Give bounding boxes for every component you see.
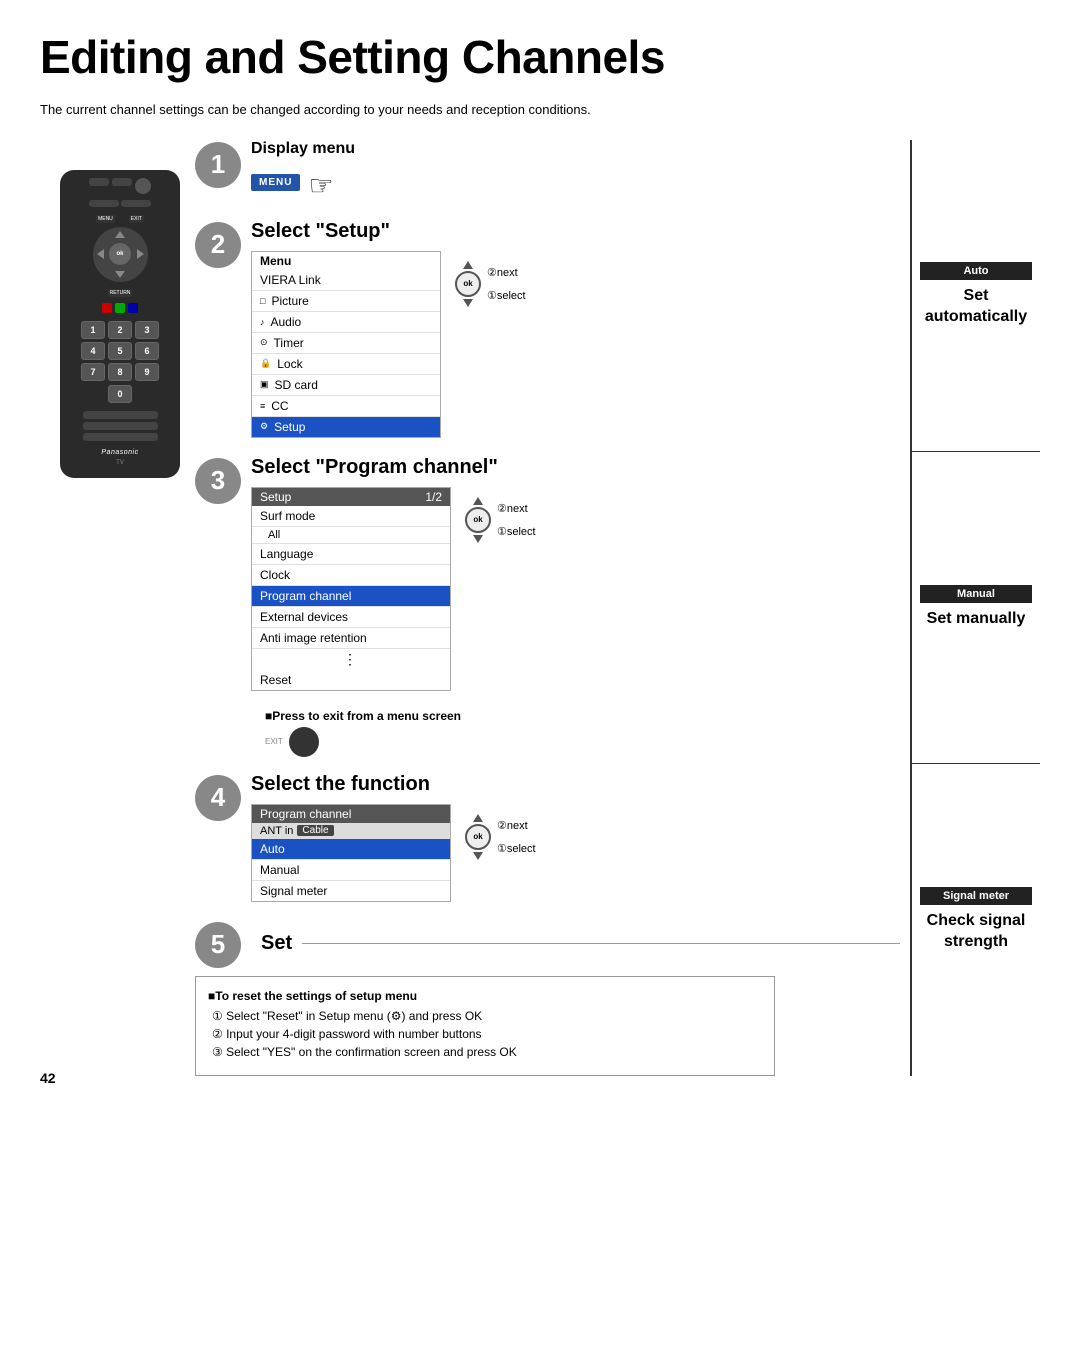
step-1-number: 1	[195, 142, 241, 188]
step-3-number: 3	[195, 458, 241, 504]
arrow-up-icon	[463, 261, 473, 269]
step4-header: Program channel	[252, 805, 450, 823]
step-1: 1 Display menu MENU ☞	[195, 140, 900, 202]
menu-item-setup: ⚙Setup	[252, 417, 440, 437]
step4-item-manual: Manual	[252, 860, 450, 881]
intro-text: The current channel settings can be chan…	[40, 100, 720, 120]
pc-item-all: All	[252, 527, 450, 544]
exit-small-label: EXIT	[265, 737, 283, 746]
reset-box: ■To reset the settings of setup menu ① S…	[195, 976, 775, 1076]
step-3-title: Select "Program channel"	[251, 456, 900, 479]
menu-button: MENU	[251, 174, 300, 191]
nav-select-label-2: ①select	[487, 289, 526, 302]
pc-item-reset: Reset	[252, 670, 450, 690]
exit-button	[289, 727, 319, 757]
step-4-menu: Program channel ANT in Cable Auto Manual…	[251, 804, 451, 902]
sidebar-desc-signal: Check signal strength	[920, 911, 1032, 953]
ok-button-step2: ok	[455, 271, 481, 297]
step-4-number: 4	[195, 775, 241, 821]
cable-tag: Cable	[297, 825, 333, 836]
step-2-menu: Menu VIERA Link □Picture ♪Audio ⊙Timer 🔒…	[251, 251, 441, 438]
pc-header: Setup 1/2	[252, 488, 450, 506]
sidebar-section-signal: Signal meter Check signal strength	[912, 764, 1040, 1075]
nav-select-label-4: ①select	[497, 842, 536, 855]
sidebar-desc-manual: Set manually	[927, 609, 1026, 630]
menu-header-item: Menu	[252, 252, 440, 270]
remote-brand: Panasonic	[101, 449, 138, 456]
ok-button-step4: ok	[465, 824, 491, 850]
page-number: 42	[40, 1070, 56, 1086]
menu-item-timer: ⊙Timer	[252, 333, 440, 354]
remote-menu-label: MENU	[96, 215, 115, 223]
menu-item-vieralink: VIERA Link	[252, 270, 440, 291]
sidebar-badge-manual: Manual	[920, 585, 1032, 603]
step-2-title: Select "Setup"	[251, 220, 900, 243]
menu-dotted-divider: ⋮	[252, 649, 450, 670]
sidebar-desc-auto: Set automatically	[920, 286, 1032, 328]
step-4: 4 Select the function Program channel AN…	[195, 773, 900, 902]
right-sidebar: Auto Set automatically Manual Set manual…	[910, 140, 1040, 1076]
nav-next-label-2: ②next	[487, 266, 526, 279]
step-2: 2 Select "Setup" Menu VIERA Link □Pictur…	[195, 220, 900, 438]
pc-item-externaldevices: External devices	[252, 607, 450, 628]
pc-item-programchannel: Program channel	[252, 586, 450, 607]
remote-long-buttons	[66, 411, 174, 441]
nav-next-label-3: ②next	[497, 502, 536, 515]
nav-select-label-3: ①select	[497, 525, 536, 538]
remote-zero-button: 0	[108, 385, 132, 403]
remote-return-label: RETURN	[108, 289, 133, 297]
arrow-down-icon-3	[473, 535, 483, 543]
step4-subheader: ANT in Cable	[252, 823, 450, 839]
reset-item-2: ② Input your 4-digit password with numbe…	[208, 1027, 762, 1041]
remote-type: TV	[116, 460, 124, 466]
remote-nav-pad: ok	[93, 227, 148, 282]
menu-item-picture: □Picture	[252, 291, 440, 312]
arrow-down-icon	[463, 299, 473, 307]
menu-item-cc: ≡CC	[252, 396, 440, 417]
remote-control: MENU EXIT ok RETURN	[40, 170, 200, 478]
menu-item-lock: 🔒Lock	[252, 354, 440, 375]
arrow-down-icon-4	[473, 852, 483, 860]
step4-item-auto: Auto	[252, 839, 450, 860]
step-5: 5 Set ■To reset the settings of setup me…	[195, 920, 900, 1076]
menu-item-sdcard: ▣SD card	[252, 375, 440, 396]
ok-button-step3: ok	[465, 507, 491, 533]
step-4-title: Select the function	[251, 773, 900, 796]
pc-item-clock: Clock	[252, 565, 450, 586]
remote-color-buttons	[102, 303, 138, 313]
remote-ok-button: ok	[109, 243, 131, 265]
sidebar-section-auto: Auto Set automatically	[912, 140, 1040, 452]
step-5-title: Set	[261, 932, 292, 955]
step-1-title: Display menu	[251, 140, 900, 158]
step-5-number: 5	[195, 922, 241, 968]
menu-hand-icon: ☞	[308, 169, 333, 202]
menu-item-audio: ♪Audio	[252, 312, 440, 333]
remote-exit-label: EXIT	[129, 215, 144, 223]
step-3-menu: Setup 1/2 Surf mode All Language Clock P…	[251, 487, 451, 691]
press-exit-text: ■Press to exit from a menu screen	[265, 709, 461, 723]
remote-top-row	[66, 178, 174, 194]
step-2-number: 2	[195, 222, 241, 268]
step-5-divider	[302, 943, 900, 944]
step4-item-signalmeter: Signal meter	[252, 881, 450, 901]
reset-box-title: ■To reset the settings of setup menu	[208, 989, 762, 1003]
pc-item-surfmode: Surf mode	[252, 506, 450, 527]
sidebar-badge-signal: Signal meter	[920, 887, 1032, 905]
remote-number-grid: 1 2 3 4 5 6 7 8 9	[81, 321, 159, 381]
reset-item-1: ① Select "Reset" in Setup menu (⚙) and p…	[208, 1009, 762, 1023]
reset-item-3: ③ Select "YES" on the confirmation scree…	[208, 1045, 762, 1059]
arrow-up-icon-4	[473, 814, 483, 822]
pc-item-antiimage: Anti image retention	[252, 628, 450, 649]
page-title: Editing and Setting Channels	[40, 30, 1040, 84]
pc-item-language: Language	[252, 544, 450, 565]
sidebar-badge-auto: Auto	[920, 262, 1032, 280]
arrow-up-icon-3	[473, 497, 483, 505]
step-3: 3 Select "Program channel" Setup 1/2 Sur…	[195, 456, 900, 691]
nav-next-label-4: ②next	[497, 819, 536, 832]
sidebar-section-manual: Manual Set manually	[912, 452, 1040, 764]
press-exit-section: ■Press to exit from a menu screen EXIT	[195, 709, 900, 757]
